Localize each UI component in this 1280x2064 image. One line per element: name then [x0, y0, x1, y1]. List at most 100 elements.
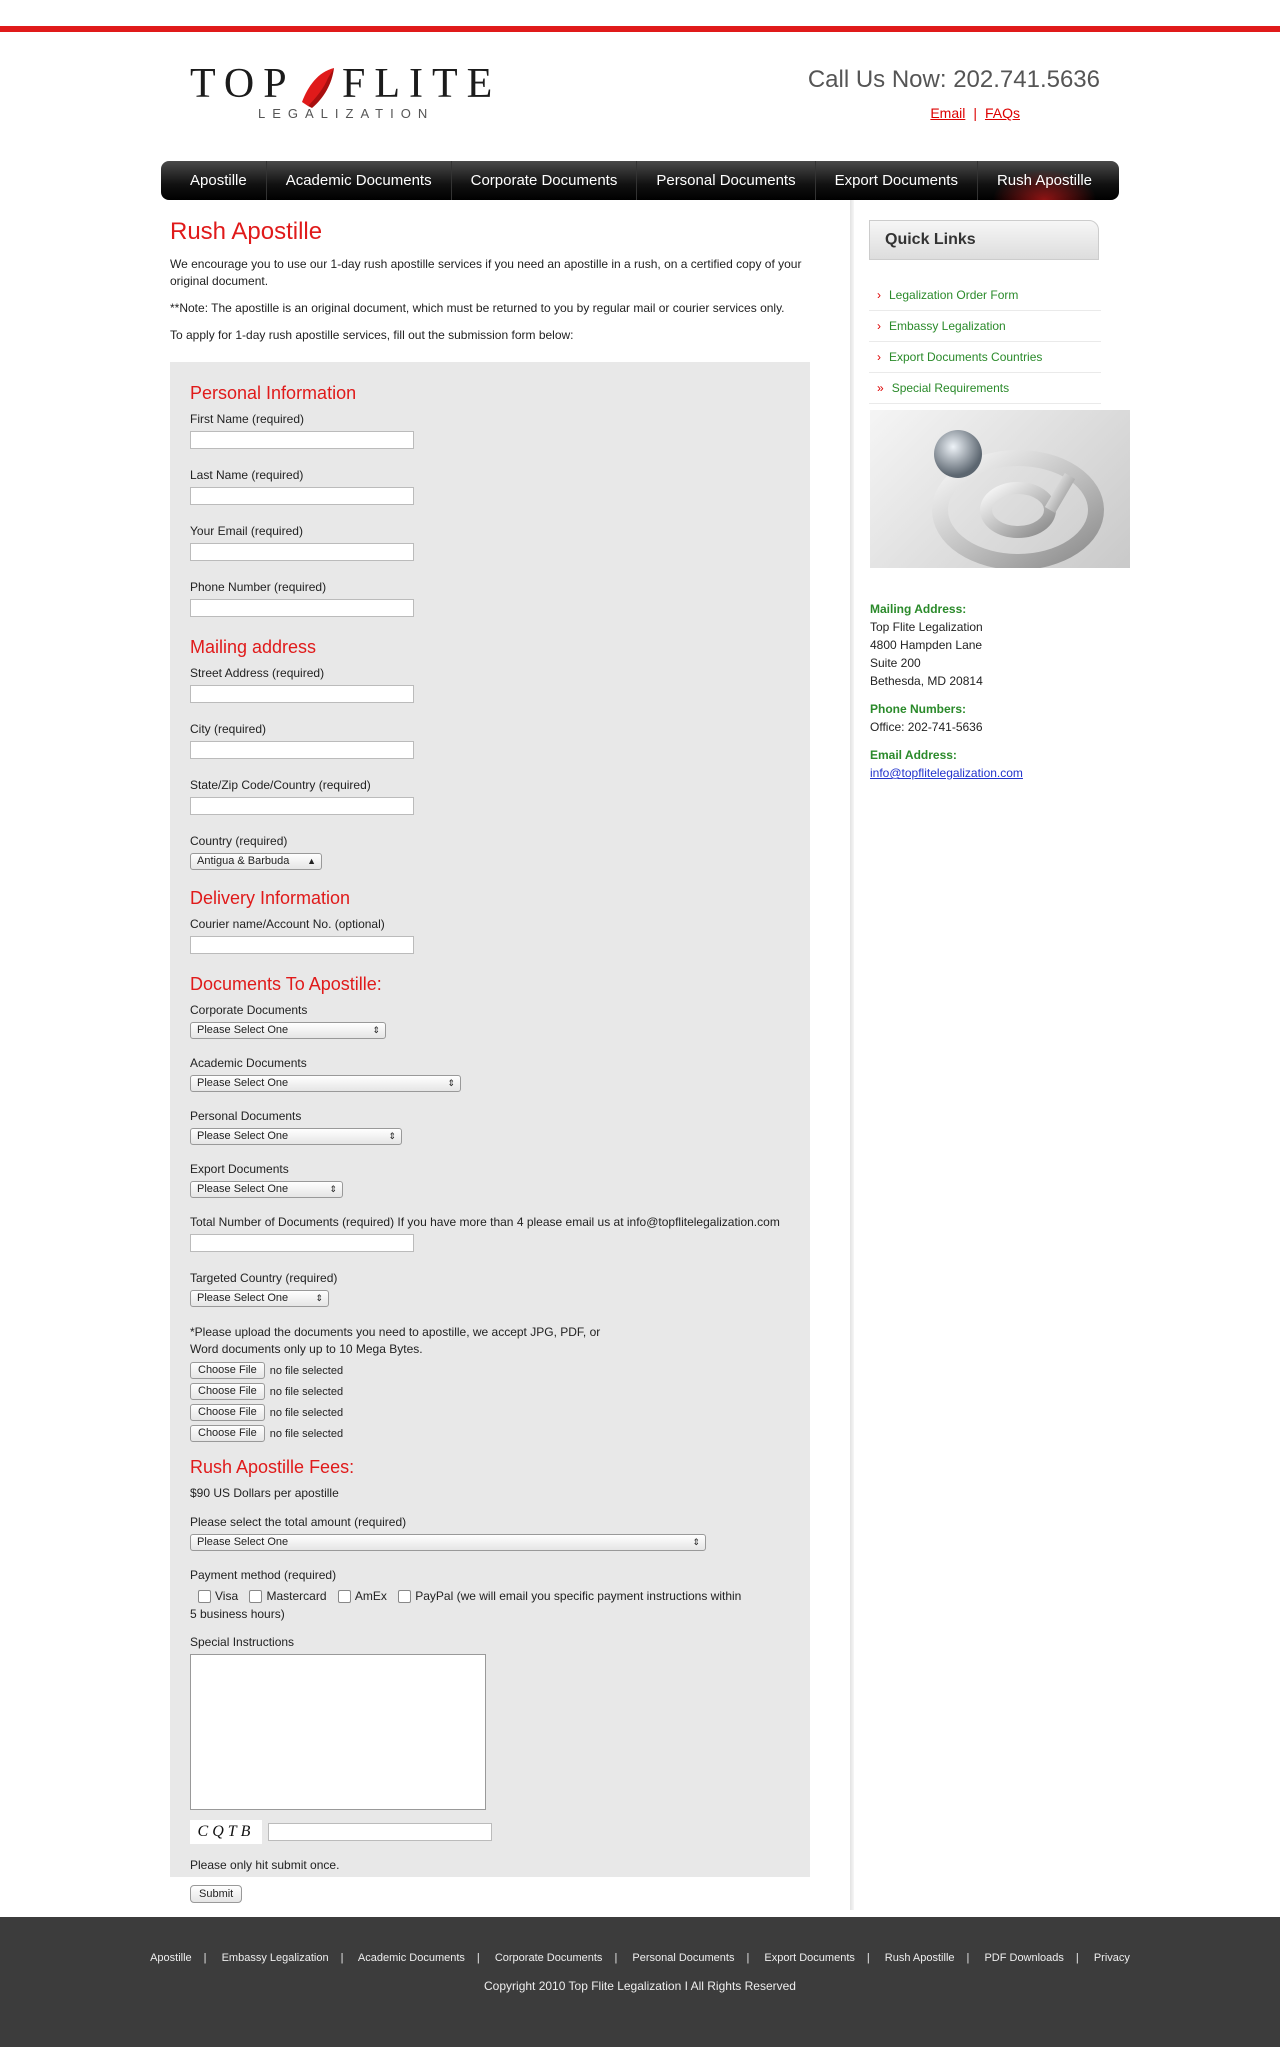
personal-docs-select[interactable]: Please Select One ⇕ — [190, 1128, 402, 1145]
select-arrows-icon: ⇕ — [372, 1025, 380, 1035]
footer-link-academic[interactable]: Academic Documents — [358, 1952, 465, 1964]
choose-file-button[interactable]: Choose File — [190, 1383, 265, 1400]
header-link-separator: | — [973, 105, 977, 121]
sidebar-divider — [850, 200, 854, 1910]
first-name-field[interactable] — [190, 431, 414, 449]
file-upload-2: Choose File no file selected — [190, 1383, 810, 1400]
total-amount-label: Please select the total amount (required… — [190, 1515, 407, 1529]
mastercard-checkbox[interactable] — [249, 1590, 263, 1604]
state-zip-field[interactable] — [190, 797, 414, 815]
mailing-line-1: Top Flite Legalization — [870, 620, 983, 634]
corporate-docs-select[interactable]: Please Select One ⇕ — [190, 1022, 386, 1039]
footer-link-privacy[interactable]: Privacy — [1094, 1952, 1130, 1964]
chevron-right-icon: › — [877, 319, 881, 333]
fees-heading: Rush Apostille Fees: — [190, 1457, 355, 1477]
export-docs-select[interactable]: Please Select One ⇕ — [190, 1181, 343, 1198]
select-arrows-icon: ▲︎ — [307, 856, 316, 866]
nav-item-apostille[interactable]: Apostille — [171, 161, 267, 200]
nav-item-export-documents[interactable]: Export Documents — [816, 161, 978, 200]
top-red-bar — [0, 26, 1280, 32]
captcha-input[interactable] — [268, 1823, 492, 1841]
delivery-info-heading: Delivery Information — [190, 888, 351, 908]
state-zip-label: State/Zip Code/Country (required) — [190, 778, 371, 792]
paypal-checkbox[interactable] — [398, 1590, 412, 1604]
logo[interactable]: TOP FLITE LEGALIZATION — [190, 60, 510, 130]
logo-word-flite: FLITE — [342, 61, 502, 107]
rush-apostille-form: Personal Information First Name (require… — [190, 368, 810, 1903]
choose-file-button[interactable]: Choose File — [190, 1362, 265, 1379]
academic-docs-select[interactable]: Please Select One ⇕ — [190, 1075, 461, 1092]
export-docs-label: Export Documents — [190, 1162, 289, 1176]
amex-checkbox[interactable] — [337, 1590, 351, 1604]
faqs-link[interactable]: FAQs — [985, 105, 1020, 121]
special-instructions-textarea[interactable] — [190, 1654, 486, 1810]
header-links: Email | FAQs — [930, 105, 1020, 121]
footer-separator: | — [340, 1952, 344, 1964]
street-label: Street Address (required) — [190, 666, 325, 680]
nav-item-personal-documents[interactable]: Personal Documents — [637, 161, 816, 200]
nav-item-corporate-documents[interactable]: Corporate Documents — [452, 161, 638, 200]
street-field[interactable] — [190, 685, 414, 703]
email-field[interactable] — [190, 543, 414, 561]
personal-info-heading: Personal Information — [190, 383, 357, 403]
select-arrows-icon: ⇕ — [447, 1078, 455, 1088]
note-text: **Note: The apostille is an original doc… — [170, 301, 785, 315]
footer-separator: | — [476, 1952, 480, 1964]
academic-docs-select-value: Please Select One — [197, 1077, 289, 1089]
office-phone: Office: 202-741-5636 — [870, 720, 983, 734]
contact-email-link[interactable]: info@topflitelegalization.com — [870, 766, 1023, 780]
visa-checkbox[interactable] — [198, 1590, 211, 1604]
footer-link-rush[interactable]: Rush Apostille — [885, 1952, 955, 1964]
academic-docs-label: Academic Documents — [190, 1056, 307, 1070]
footer-link-personal[interactable]: Personal Documents — [632, 1952, 734, 1964]
footer-link-export[interactable]: Export Documents — [764, 1952, 854, 1964]
upload-note: *Please upload the documents you need to… — [190, 1325, 601, 1356]
select-arrows-icon: ⇕ — [329, 1184, 337, 1194]
footer-link-apostille[interactable]: Apostille — [150, 1952, 192, 1964]
quick-link-special-requirements[interactable]: » Special Requirements — [869, 373, 1101, 404]
submit-once-text: Please only hit submit once. — [190, 1858, 340, 1872]
footer-copyright: Copyright 2010 Top Flite Legalization I … — [484, 1979, 796, 1993]
choose-file-button[interactable]: Choose File — [190, 1425, 265, 1442]
amex-label: AmEx — [354, 1589, 387, 1603]
corporate-docs-select-value: Please Select One — [197, 1024, 289, 1036]
submit-button[interactable]: Submit — [190, 1885, 243, 1903]
quick-link-label: Legalization Order Form — [889, 288, 1019, 302]
special-instructions-label: Special Instructions — [190, 1635, 295, 1649]
documents-heading: Documents To Apostille: — [190, 974, 382, 994]
no-file-text: no file selected — [269, 1385, 344, 1398]
country-select[interactable]: Antigua & Barbuda ▲︎ — [190, 853, 322, 870]
file-upload-1: Choose File no file selected — [190, 1362, 810, 1379]
total-docs-field[interactable] — [190, 1234, 414, 1252]
phone-field[interactable] — [190, 599, 414, 617]
footer-separator: | — [203, 1952, 207, 1964]
mailing-line-2: 4800 Hampden Lane — [870, 638, 983, 652]
quick-link-label: Export Documents Countries — [889, 350, 1043, 364]
footer-link-corporate[interactable]: Corporate Documents — [495, 1952, 603, 1964]
quick-link-order-form[interactable]: › Legalization Order Form — [869, 280, 1101, 311]
payment-method-label: Payment method (required) — [190, 1568, 337, 1582]
footer-separator: | — [614, 1952, 618, 1964]
total-amount-select[interactable]: Please Select One ⇕ — [190, 1534, 706, 1551]
city-label: City (required) — [190, 722, 267, 736]
courier-field[interactable] — [190, 936, 414, 954]
quick-link-embassy[interactable]: › Embassy Legalization — [869, 311, 1101, 342]
mailing-address-heading: Mailing address — [190, 637, 317, 657]
email-link[interactable]: Email — [930, 105, 965, 121]
export-docs-select-value: Please Select One — [197, 1183, 289, 1195]
quick-links-list: › Legalization Order Form › Embassy Legali… — [869, 280, 1101, 404]
choose-file-button[interactable]: Choose File — [190, 1404, 265, 1421]
nav-item-academic-documents[interactable]: Academic Documents — [267, 161, 452, 200]
nav-item-rush-apostille[interactable]: Rush Apostille — [977, 161, 1112, 200]
footer-link-embassy[interactable]: Embassy Legalization — [222, 1952, 329, 1964]
quick-link-export-countries[interactable]: › Export Documents Countries — [869, 342, 1101, 373]
total-amount-select-value: Please Select One — [197, 1536, 289, 1548]
last-name-field[interactable] — [190, 487, 414, 505]
city-field[interactable] — [190, 741, 414, 759]
footer-link-pdf[interactable]: PDF Downloads — [984, 1952, 1063, 1964]
intro-text: We encourage you to use our 1-day rush a… — [170, 257, 802, 288]
targeted-country-select[interactable]: Please Select One ⇕ — [190, 1290, 329, 1307]
courier-label: Courier name/Account No. (optional) — [190, 917, 385, 931]
footer-separator: | — [746, 1952, 750, 1964]
main-nav: Apostille Academic Documents Corporate D… — [161, 161, 1119, 200]
